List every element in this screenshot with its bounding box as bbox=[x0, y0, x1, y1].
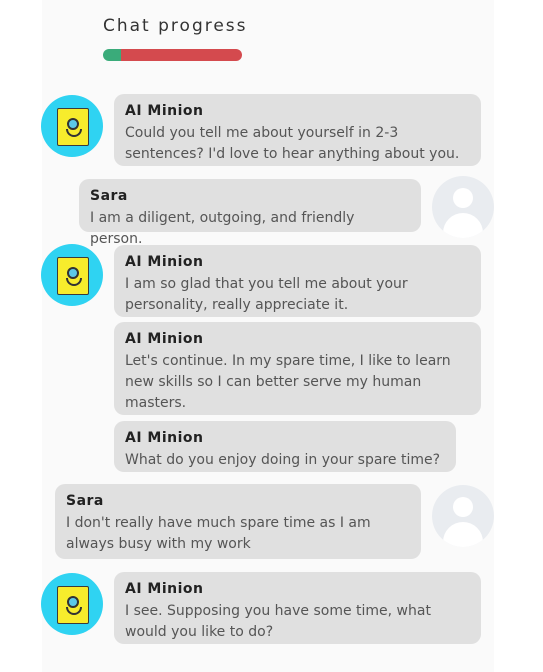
message-text: I am so glad that you tell me about your… bbox=[125, 276, 408, 313]
message-bubble-user: Sara I don't really have much spare time… bbox=[55, 484, 421, 559]
sender-name: AI Minion bbox=[125, 254, 204, 270]
minion-face-icon bbox=[57, 108, 89, 146]
user-body-icon bbox=[443, 522, 483, 547]
message-text: Let's continue. In my spare time, I like… bbox=[125, 353, 451, 411]
message-text: What do you enjoy doing in your spare ti… bbox=[125, 452, 441, 468]
minion-face-icon bbox=[57, 586, 89, 624]
message-bubble-bot: AI Minion I am so glad that you tell me … bbox=[114, 245, 481, 317]
message-bubble-bot: AI Minion Let's continue. In my spare ti… bbox=[114, 322, 481, 415]
sender-name: AI Minion bbox=[125, 581, 204, 597]
message-bubble-bot: AI Minion What do you enjoy doing in you… bbox=[114, 421, 456, 472]
sender-name: AI Minion bbox=[125, 331, 204, 347]
user-head-icon bbox=[453, 188, 473, 208]
user-body-icon bbox=[443, 213, 483, 238]
sender-name: Sara bbox=[90, 188, 128, 204]
user-head-icon bbox=[453, 497, 473, 517]
message-text: I don't really have much spare time as I… bbox=[66, 515, 371, 552]
sender-name: AI Minion bbox=[125, 103, 204, 119]
sara-avatar bbox=[432, 485, 494, 547]
sender-name: Sara bbox=[66, 493, 104, 509]
sara-avatar bbox=[432, 176, 494, 238]
message-bubble-user: Sara I am a diligent, outgoing, and frie… bbox=[79, 179, 421, 247]
message-text: I am a diligent, outgoing, and friendly … bbox=[90, 210, 355, 247]
ai-minion-avatar bbox=[41, 244, 103, 306]
chat-progress-fill bbox=[103, 49, 242, 61]
progress-title: Chat progress bbox=[103, 16, 248, 36]
sender-name: AI Minion bbox=[125, 430, 204, 446]
ai-minion-avatar bbox=[41, 573, 103, 635]
message-bubble-bot: AI Minion Could you tell me about yourse… bbox=[114, 94, 481, 166]
message-text: Could you tell me about yourself in 2-3 … bbox=[125, 125, 460, 162]
ai-minion-avatar bbox=[41, 95, 103, 157]
message-text: I see. Supposing you have some time, wha… bbox=[125, 603, 431, 640]
message-bubble-bot: AI Minion I see. Supposing you have some… bbox=[114, 572, 481, 644]
chat-progress-bar bbox=[103, 49, 242, 61]
minion-face-icon bbox=[57, 257, 89, 295]
